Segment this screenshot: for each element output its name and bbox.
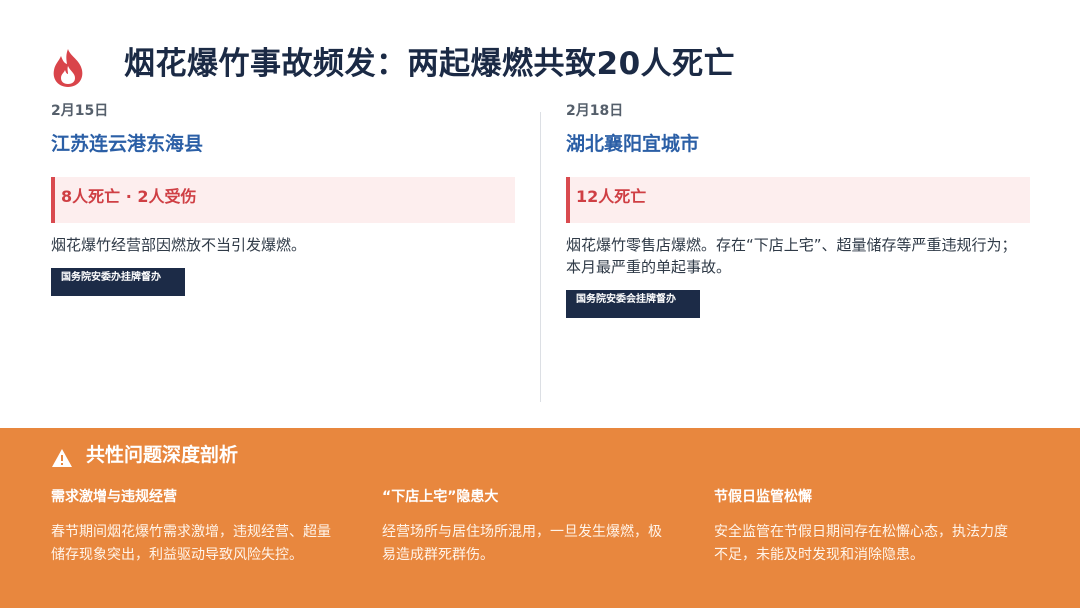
- analysis-point-1: 需求激增与违规经营 春节期间烟花爆竹需求激增，违规经营、超量储存现象突出，利益驱…: [51, 486, 341, 567]
- supervision-tag: 国务院安委办挂牌督办: [51, 268, 185, 296]
- incident-location: 江苏连云港东海县: [51, 133, 204, 155]
- analysis-point-text: 经营场所与居住场所混用，一旦发生爆燃，极易造成群死群伤。: [382, 524, 662, 563]
- analysis-point-title: “下店上宅”隐患大: [382, 489, 499, 505]
- incident-date: 2月18日: [566, 103, 624, 119]
- casualty-banner: 8人死亡 · 2人受伤: [51, 177, 515, 223]
- analysis-point-text: 春节期间烟花爆竹需求激增，违规经营、超量储存现象突出，利益驱动导致风险失控。: [51, 524, 331, 563]
- analysis-point-text: 安全监管在节假日期间存在松懈心态，执法力度不足，未能及时发现和消除隐患。: [714, 524, 1008, 563]
- incident-date: 2月15日: [51, 103, 109, 119]
- analysis-panel: 共性问题深度剖析 需求激增与违规经营 春节期间烟花爆竹需求激增，违规经营、超量储…: [0, 428, 1080, 608]
- casualty-banner: 12人死亡: [566, 177, 1030, 223]
- analysis-point-3: 节假日监管松懈 安全监管在节假日期间存在松懈心态，执法力度不足，未能及时发现和消…: [714, 486, 1009, 567]
- incident-location: 湖北襄阳宜城市: [566, 133, 700, 155]
- incident-card-1: 2月15日 江苏连云港东海县 8人死亡 · 2人受伤 烟花爆竹经营部因燃放不当引…: [51, 100, 516, 296]
- warning-icon: [52, 449, 72, 467]
- analysis-point-title: 节假日监管松懈: [714, 489, 812, 505]
- incident-card-2: 2月18日 湖北襄阳宜城市 12人死亡 烟花爆竹零售店爆燃。存在“下店上宅”、超…: [566, 100, 1031, 318]
- header: 烟花爆竹事故频发：两起爆燃共致20人死亡: [50, 30, 1030, 90]
- incident-description: 烟花爆竹零售店爆燃。存在“下店上宅”、超量储存等严重违规行为；本月最严重的单起事…: [566, 236, 1017, 276]
- flame-icon: [53, 49, 83, 87]
- analysis-heading: 共性问题深度剖析: [86, 444, 239, 466]
- analysis-point-title: 需求激增与违规经营: [51, 489, 177, 505]
- incident-description: 烟花爆竹经营部因燃放不当引发爆燃。: [51, 236, 307, 254]
- analysis-point-2: “下店上宅”隐患大 经营场所与居住场所混用，一旦发生爆燃，极易造成群死群伤。: [382, 486, 662, 567]
- column-divider: [540, 112, 541, 402]
- supervision-tag: 国务院安委会挂牌督办: [566, 290, 700, 318]
- page-title: 烟花爆竹事故频发：两起爆燃共致20人死亡: [124, 46, 736, 82]
